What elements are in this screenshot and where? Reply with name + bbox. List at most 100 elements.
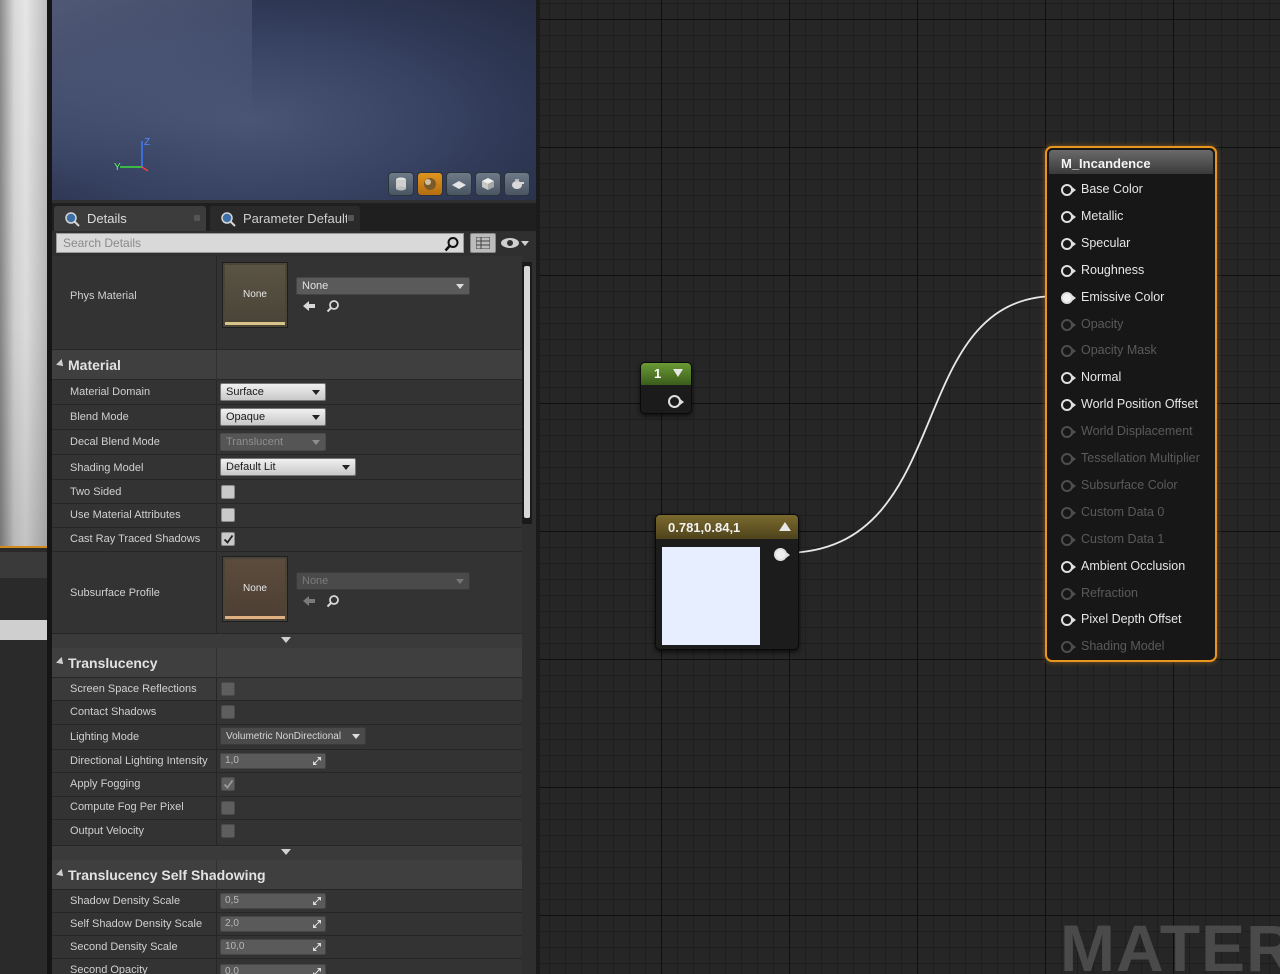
material-input-pin[interactable]: Custom Data 0	[1057, 503, 1215, 523]
preview-shape-toolbar	[388, 172, 530, 196]
material-preview-viewport[interactable]: Z Y	[52, 0, 536, 200]
decal-blend-mode-combo[interactable]: Translucent	[220, 433, 326, 451]
material-input-pin[interactable]: Opacity Mask	[1057, 341, 1215, 361]
phys-material-thumbnail[interactable]: None	[222, 262, 288, 328]
material-input-pin[interactable]: Roughness	[1057, 261, 1215, 281]
material-graph-canvas[interactable]: MATERIAL 1 0.781,0.84,1 M_Incandence	[540, 0, 1280, 974]
constant-output-pin[interactable]	[668, 395, 684, 408]
material-input-pin[interactable]: Normal	[1057, 368, 1215, 388]
subsurface-profile-thumbnail[interactable]: None	[222, 556, 288, 622]
tab-parameter-defaults[interactable]: Parameter Defaults	[210, 206, 360, 231]
search-icon[interactable]	[444, 236, 460, 252]
collapse-arrow-icon	[56, 359, 66, 369]
apply-fogging-checkbox[interactable]	[221, 777, 235, 791]
material-input-pin[interactable]: Ambient Occlusion	[1057, 557, 1215, 577]
use-selected-arrow-icon[interactable]	[302, 594, 316, 608]
apply-fogging-label: Apply Fogging	[70, 778, 141, 790]
tab-details[interactable]: Details	[54, 206, 206, 231]
tab-close-icon[interactable]	[194, 215, 200, 221]
vector-node-header[interactable]: 0.781,0.84,1	[656, 515, 798, 539]
lighting-mode-combo[interactable]: Volumetric NonDirectional	[220, 727, 366, 745]
second-density-scale-value: 10,0	[225, 941, 245, 952]
two-sided-checkbox[interactable]	[221, 485, 235, 499]
constant-node[interactable]: 1	[640, 362, 692, 414]
material-input-pin[interactable]: World Displacement	[1057, 422, 1215, 442]
directional-lighting-intensity-field[interactable]: 1,0	[220, 753, 326, 769]
chevron-down-icon	[342, 465, 350, 470]
expand-advanced-icon	[281, 849, 291, 855]
subsurface-profile-combo[interactable]: None	[296, 572, 470, 590]
screen-space-reflections-label: Screen Space Reflections	[70, 683, 197, 695]
emissive-connection-wire[interactable]	[783, 295, 1058, 554]
material-input-pin-label: Refraction	[1081, 585, 1138, 600]
phys-material-combo[interactable]: None	[296, 277, 470, 295]
screen-space-reflections-checkbox[interactable]	[221, 682, 235, 696]
material-input-pin[interactable]: Refraction	[1057, 584, 1215, 604]
material-input-pin[interactable]: World Position Offset	[1057, 395, 1215, 415]
material-input-pin[interactable]: Pixel Depth Offset	[1057, 610, 1215, 630]
material-input-pin[interactable]: Base Color	[1057, 180, 1215, 200]
category-material[interactable]: Material	[52, 350, 522, 380]
self-shadow-density-scale-field[interactable]: 2,0	[220, 916, 326, 932]
plane-preview-button[interactable]	[446, 172, 472, 196]
material-input-pin[interactable]: Emissive Color	[1057, 288, 1215, 308]
use-material-attributes-checkbox[interactable]	[221, 508, 235, 522]
vector-output-pin[interactable]	[774, 548, 790, 561]
column-divider	[216, 256, 217, 349]
material-advanced-expander[interactable]	[52, 634, 522, 648]
category-translucency[interactable]: Translucency	[52, 648, 522, 678]
material-input-pin-label: World Position Offset	[1081, 397, 1198, 412]
cube-icon	[482, 178, 494, 190]
material-input-pin[interactable]: Shading Model	[1057, 637, 1215, 657]
compute-fog-per-pixel-checkbox[interactable]	[221, 801, 235, 815]
pin-arrow-icon	[1072, 617, 1076, 624]
material-result-node[interactable]: M_Incandence Base Color Metallic Specular R…	[1045, 146, 1217, 662]
blend-mode-combo[interactable]: Opaque	[220, 408, 326, 426]
cylinder-preview-button[interactable]	[388, 172, 414, 196]
material-input-pin[interactable]: Specular	[1057, 234, 1215, 254]
svg-text:Z: Z	[144, 137, 150, 148]
property-matrix-button[interactable]	[470, 233, 496, 253]
collapse-node-icon[interactable]	[673, 369, 683, 377]
compute-fog-per-pixel-label: Compute Fog Per Pixel	[70, 801, 184, 813]
category-translucency-title: Translucency	[68, 655, 158, 671]
constant3vector-node[interactable]: 0.781,0.84,1	[655, 514, 799, 650]
material-node-header[interactable]: M_Incandence	[1049, 150, 1213, 174]
material-input-pin[interactable]: Custom Data 1	[1057, 530, 1215, 550]
sphere-preview-button[interactable]	[417, 172, 443, 196]
second-opacity-field[interactable]: 0,0	[220, 964, 326, 974]
collapse-node-icon[interactable]	[779, 522, 791, 531]
cube-preview-button[interactable]	[475, 172, 501, 196]
pin-arrow-icon	[1072, 294, 1076, 301]
material-domain-combo[interactable]: Surface	[220, 383, 326, 401]
material-input-pin[interactable]: Subsurface Color	[1057, 476, 1215, 496]
material-input-pin[interactable]: Metallic	[1057, 207, 1215, 227]
search-details-input[interactable]	[56, 233, 464, 253]
scrollbar-thumb[interactable]	[524, 266, 530, 518]
browse-asset-icon[interactable]	[326, 594, 340, 608]
constant-node-header[interactable]: 1	[641, 363, 691, 385]
use-selected-arrow-icon[interactable]	[302, 299, 316, 313]
cast-ray-traced-shadows-checkbox[interactable]	[221, 532, 235, 546]
tab-close-icon[interactable]	[348, 215, 354, 221]
pin-arrow-icon	[1072, 348, 1076, 355]
translucency-advanced-expander[interactable]	[52, 846, 522, 860]
row-screen-space-reflections: Screen Space Reflections	[52, 678, 522, 701]
output-velocity-checkbox[interactable]	[221, 824, 235, 838]
custom-mesh-preview-button[interactable]	[504, 172, 530, 196]
pin-arrow-icon	[1072, 213, 1076, 220]
teapot-icon	[512, 179, 524, 189]
second-density-scale-field[interactable]: 10,0	[220, 939, 326, 955]
material-input-pin[interactable]: Opacity	[1057, 315, 1215, 335]
material-editor-window: Z Y Details Parameter Defaults Search De…	[0, 0, 1280, 974]
contact-shadows-checkbox[interactable]	[221, 705, 235, 719]
material-input-pin[interactable]: Tessellation Multiplier	[1057, 449, 1215, 469]
details-scrollbar[interactable]	[522, 262, 532, 524]
view-options-button[interactable]	[500, 234, 532, 252]
column-divider	[216, 701, 217, 724]
category-translucency-self-shadowing[interactable]: Translucency Self Shadowing	[52, 860, 522, 890]
shadow-density-scale-field[interactable]: 0,5	[220, 893, 326, 909]
browse-asset-icon[interactable]	[326, 299, 340, 313]
shading-model-combo[interactable]: Default Lit	[220, 458, 356, 476]
subsurface-combo-value: None	[302, 575, 329, 587]
